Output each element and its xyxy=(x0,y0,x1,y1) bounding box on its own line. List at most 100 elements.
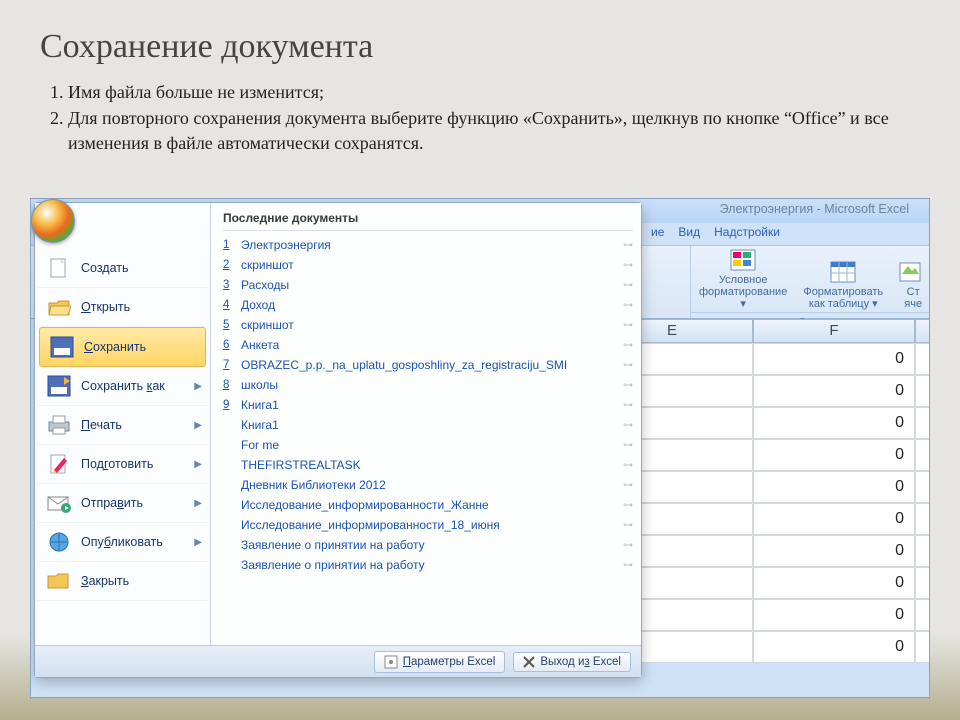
chevron-right-icon: ▶ xyxy=(194,381,202,392)
pin-icon[interactable]: ⊶ xyxy=(623,540,633,551)
cell[interactable]: 0 xyxy=(753,471,915,503)
menu-publish[interactable]: Опубликовать ▶ xyxy=(37,523,208,562)
recent-name: Заявление о принятии на работу xyxy=(241,558,425,572)
excel-options-button[interactable]: Параметры Excel xyxy=(374,651,506,673)
recent-doc[interactable]: 6Анкета⊶ xyxy=(223,335,633,355)
recent-name: Доход xyxy=(241,298,275,312)
office-button[interactable] xyxy=(31,199,75,243)
menu-prepare[interactable]: Подготовить ▶ xyxy=(37,445,208,484)
recent-num: 7 xyxy=(223,359,235,371)
cell-edge xyxy=(915,631,930,663)
recent-doc[interactable]: Исследование_информированности_Жанне ⊶ xyxy=(223,495,633,515)
recent-doc[interactable]: Книга1 ⊶ xyxy=(223,415,633,435)
cell[interactable]: 0 xyxy=(753,439,915,471)
cell-edge xyxy=(915,471,930,503)
menu-send-label: Отправить xyxy=(81,496,143,510)
pin-icon[interactable]: ⊶ xyxy=(623,480,633,491)
recent-name: Книга1 xyxy=(241,418,279,432)
exit-icon xyxy=(523,656,535,668)
cell-edge xyxy=(915,343,930,375)
recent-doc[interactable]: THEFIRSTREALTASK ⊶ xyxy=(223,455,633,475)
recent-name: Исследование_информированности_18_июня xyxy=(241,518,500,532)
cell[interactable]: 0 xyxy=(753,599,915,631)
exit-excel-button[interactable]: Выход из Excel xyxy=(513,652,631,672)
cell[interactable]: 0 xyxy=(753,535,915,567)
tab-addins[interactable]: Надстройки xyxy=(714,225,780,245)
tab-partial[interactable]: ие xyxy=(651,225,664,245)
fmt-table-label2: как таблицу ▾ xyxy=(809,298,878,310)
cell[interactable]: 0 xyxy=(753,343,915,375)
menu-save[interactable]: Сохранить xyxy=(39,327,206,367)
recent-name: Заявление о принятии на работу xyxy=(241,538,425,552)
recent-name: скриншот xyxy=(241,258,294,272)
recent-doc[interactable]: 7 OBRAZEC_p.p._na_uplatu_gosposhliny_za_r… xyxy=(223,355,633,375)
recent-doc[interactable]: 2скриншот⊶ xyxy=(223,255,633,275)
pin-icon[interactable]: ⊶ xyxy=(623,300,633,311)
cell-edge xyxy=(915,439,930,471)
pin-icon[interactable]: ⊶ xyxy=(623,440,633,451)
slide-title: Сохранение документа xyxy=(0,0,960,72)
cell[interactable]: 0 xyxy=(753,567,915,599)
recent-num: 1 xyxy=(223,239,235,251)
recent-num: 9 xyxy=(223,399,235,411)
format-as-table-button[interactable]: Форматировать как таблицу ▾ xyxy=(795,246,891,312)
menu-close-label: Закрыть xyxy=(81,574,129,588)
tab-view[interactable]: Вид xyxy=(678,225,700,245)
pin-icon[interactable]: ⊶ xyxy=(623,400,633,411)
chevron-right-icon: ▶ xyxy=(194,420,202,431)
pin-icon[interactable]: ⊶ xyxy=(623,500,633,511)
menu-save-as[interactable]: Сохранить как ▶ xyxy=(37,367,208,406)
recent-name: скриншот xyxy=(241,318,294,332)
recent-name: THEFIRSTREALTASK xyxy=(241,458,361,472)
pin-icon[interactable]: ⊶ xyxy=(623,560,633,571)
cell[interactable]: 0 xyxy=(753,503,915,535)
menu-open[interactable]: Открыть xyxy=(37,288,208,327)
recent-doc[interactable]: Дневник Библиотеки 2012⊶ xyxy=(223,475,633,495)
cell[interactable]: 0 xyxy=(753,631,915,663)
cond-fmt-label1: Условное xyxy=(719,274,768,286)
recent-doc[interactable]: 9Книга1⊶ xyxy=(223,395,633,415)
pin-icon[interactable]: ⊶ xyxy=(623,240,633,251)
pin-icon[interactable]: ⊶ xyxy=(623,380,633,391)
conditional-formatting-button[interactable]: Условное форматирование ▾ xyxy=(691,246,795,312)
pin-icon[interactable]: ⊶ xyxy=(623,340,633,351)
publish-icon xyxy=(45,530,73,554)
pin-icon[interactable]: ⊶ xyxy=(623,520,633,531)
recent-doc[interactable]: 3Расходы⊶ xyxy=(223,275,633,295)
pin-icon[interactable]: ⊶ xyxy=(623,420,633,431)
pin-icon[interactable]: ⊶ xyxy=(623,360,633,371)
menu-print-label: Печать xyxy=(81,418,122,432)
recent-doc[interactable]: 1Электроэнергия⊶ xyxy=(223,235,633,255)
pin-icon[interactable]: ⊶ xyxy=(623,460,633,471)
pin-icon[interactable]: ⊶ xyxy=(623,260,633,271)
recent-doc[interactable]: For me ⊶ xyxy=(223,435,633,455)
recent-name: For me xyxy=(241,438,279,452)
recent-doc[interactable]: 5скриншот⊶ xyxy=(223,315,633,335)
recent-doc[interactable]: Исследование_информированности_18_июня ⊶ xyxy=(223,515,633,535)
recent-doc[interactable]: 4Доход⊶ xyxy=(223,295,633,315)
recent-name: OBRAZEC_p.p._na_uplatu_gosposhliny_za_re… xyxy=(241,358,567,372)
chevron-right-icon: ▶ xyxy=(194,459,202,470)
recent-name: Исследование_информированности_Жанне xyxy=(241,498,489,512)
cell[interactable]: 0 xyxy=(753,375,915,407)
recent-num: 8 xyxy=(223,379,235,391)
chevron-right-icon: ▶ xyxy=(194,498,202,509)
menu-send[interactable]: Отправить ▶ xyxy=(37,484,208,523)
col-header-edge xyxy=(915,319,930,343)
options-label: Параметры Excel xyxy=(403,656,496,668)
pin-icon[interactable]: ⊶ xyxy=(623,280,633,291)
cell-edge xyxy=(915,567,930,599)
recent-doc[interactable]: Заявление о принятии на работу ⊶ xyxy=(223,535,633,555)
cell-edge xyxy=(915,375,930,407)
cell[interactable]: 0 xyxy=(753,407,915,439)
menu-print[interactable]: Печать ▶ xyxy=(37,406,208,445)
recent-doc[interactable]: Заявление о принятии на работу ⊶ xyxy=(223,555,633,575)
cell-styles-button[interactable]: Ст яче xyxy=(891,246,930,312)
col-header-f[interactable]: F xyxy=(753,319,915,343)
recent-doc[interactable]: 8 школы ⊶ xyxy=(223,375,633,395)
menu-publish-label: Опубликовать xyxy=(81,535,163,549)
recent-name: школы xyxy=(241,378,278,392)
pin-icon[interactable]: ⊶ xyxy=(623,320,633,331)
menu-create[interactable]: Создать xyxy=(37,249,208,288)
menu-close[interactable]: Закрыть xyxy=(37,562,208,601)
